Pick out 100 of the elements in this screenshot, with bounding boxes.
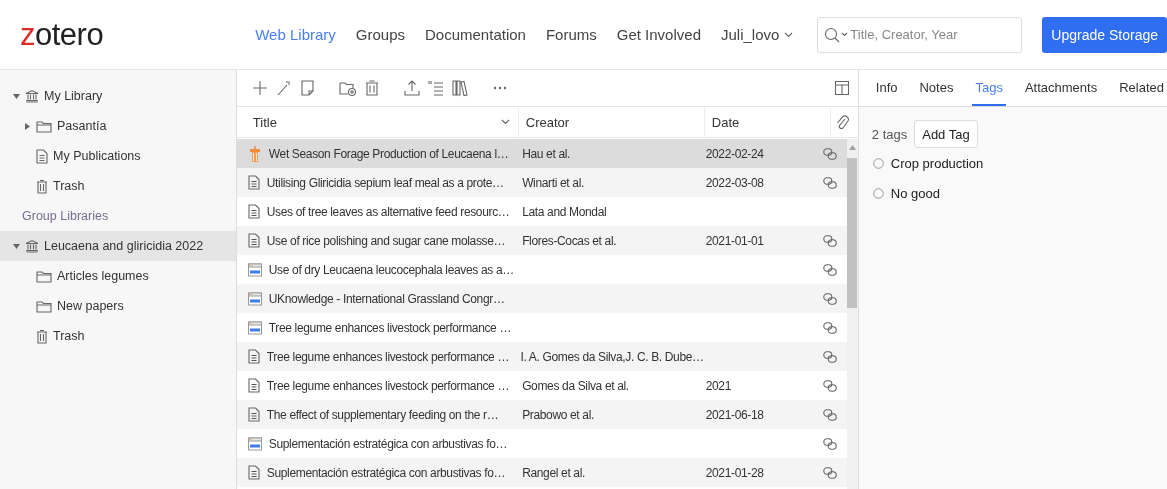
creator-cell: Prabowo et al. — [522, 407, 594, 422]
folder-icon — [36, 269, 52, 283]
trash-icon — [36, 178, 48, 194]
upgrade-button[interactable]: Upgrade Storage — [1042, 16, 1167, 53]
sort-caret-icon — [500, 119, 510, 125]
sidebar-item[interactable]: My Publications — [0, 141, 236, 171]
creator-cell: Hau et al. — [522, 146, 570, 161]
title-cell: Use of dry Leucaena leucocephala leaves as a… — [268, 262, 514, 277]
scroll-up-icon[interactable] — [848, 145, 856, 150]
creator-cell: Flores-Cocas et al. — [522, 233, 617, 248]
nav-link[interactable]: Web Library — [255, 26, 336, 43]
circle-icon — [872, 157, 884, 169]
folder-icon — [36, 119, 52, 133]
search-field[interactable]: Title, Creator, Year — [817, 16, 1023, 53]
title-cell: Tree legume enhances livestock performance … — [266, 378, 510, 393]
document-icon — [247, 407, 260, 422]
scrollbar[interactable] — [846, 139, 858, 489]
library-icon — [25, 89, 39, 103]
tab[interactable]: Related — [1116, 70, 1167, 106]
document-icon — [247, 204, 260, 219]
plus-icon[interactable] — [250, 79, 269, 97]
creator-cell: Rangel et al. — [522, 465, 585, 480]
date-cell: 2021 — [705, 378, 731, 393]
add-tag-button[interactable]: Add Tag — [914, 120, 978, 148]
title-cell: UKnowledge - International Grassland Congr… — [268, 291, 505, 306]
webpage-icon — [247, 262, 262, 277]
table-row[interactable]: The effect of supplementary feeding on the r… Prabowo et al. 2021-06-18 — [236, 400, 847, 429]
document-icon — [247, 233, 260, 248]
tab[interactable]: Attachments — [1021, 70, 1101, 106]
column-header[interactable]: Title — [236, 107, 519, 137]
note-icon[interactable] — [298, 79, 317, 97]
caret-icon — [784, 31, 794, 38]
title-cell: Suplementación estratégica con arbustivas fo… — [268, 436, 508, 451]
creator-cell: Winarti et al. — [522, 175, 584, 190]
title-cell: Wet Season Forage Production of Leucaena l… — [268, 146, 509, 161]
column-header[interactable]: Creator — [518, 107, 705, 137]
date-cell: 2021-01-28 — [705, 465, 764, 480]
user-menu[interactable]: Juli_lovo — [721, 26, 794, 43]
scrollbar-thumb[interactable] — [847, 158, 858, 308]
webpage-icon — [247, 291, 262, 306]
new-folder-icon[interactable] — [338, 79, 357, 97]
nav-link[interactable]: Get Involved — [616, 26, 701, 43]
export-icon[interactable] — [402, 79, 421, 97]
title-cell: Uses of tree leaves as alternative feed resourc… — [266, 204, 510, 219]
title-cell: Tree legume enhances livestock performance … — [266, 349, 510, 364]
sidebar-item[interactable]: Trash — [0, 321, 236, 351]
document-icon — [247, 349, 260, 364]
expanded-triangle-icon[interactable] — [12, 243, 20, 249]
tag-item[interactable]: Crop production — [858, 148, 1167, 178]
library-books-icon[interactable] — [450, 79, 469, 97]
column-header[interactable]: Date — [704, 107, 831, 137]
title-cell: Suplementación estratégica con arbustivas fo… — [266, 465, 506, 480]
document-icon — [36, 148, 48, 164]
zotero-logo[interactable]: zotero — [20, 19, 256, 50]
document-icon — [247, 465, 260, 480]
table-row[interactable]: Wet Season Forage Production of Leucaena l… Hau et al. 2022-02-24 — [236, 139, 847, 168]
collapsed-triangle-icon[interactable] — [24, 122, 30, 130]
library-icon — [25, 239, 39, 253]
tab[interactable]: Info — [872, 70, 901, 106]
tag-item[interactable]: No good — [858, 178, 1167, 208]
sidebar-item[interactable]: Trash — [0, 171, 236, 201]
document-icon — [247, 175, 260, 190]
table-row[interactable]: Use of rice polishing and sugar cane molasse… Flores-Cocas et al. 2021-01-01 — [236, 226, 847, 255]
sidebar-item[interactable]: Leucaena and gliricidia 2022 — [0, 231, 236, 261]
circle-icon — [872, 187, 884, 199]
creator-cell: I. A. Gomes da Silva,J. C. B. Dube… — [520, 349, 704, 364]
tab[interactable]: Notes — [916, 70, 957, 106]
date-cell: 2022-02-24 — [705, 146, 764, 161]
citation-icon[interactable] — [426, 79, 445, 97]
tag-count: 2 tags — [871, 126, 908, 142]
table-row[interactable]: Suplementación estratégica con arbustivas fo… Rangel et al. 2021-01-28 — [236, 458, 847, 487]
title-cell: The effect of supplementary feeding on the r… — [266, 407, 499, 422]
title-cell: Tree legume enhances livestock performance … — [268, 320, 512, 335]
title-cell: Use of rice polishing and sugar cane molasse… — [266, 233, 506, 248]
sidebar-item[interactable]: Articles legumes — [0, 261, 236, 291]
trash-icon — [36, 328, 48, 344]
document-icon — [247, 378, 260, 393]
nav-link[interactable]: Groups — [355, 26, 405, 43]
columns-icon[interactable] — [833, 80, 850, 96]
tab[interactable]: Tags — [972, 70, 1006, 106]
table-row[interactable]: Utilising Gliricidia sepium leaf meal as a prote… Winarti et al. 2022-03-08 — [236, 168, 847, 197]
date-cell: 2021-06-18 — [705, 407, 764, 422]
nav-link[interactable]: Forums — [545, 26, 597, 43]
table-row[interactable]: Tree legume enhances livestock performance … I. A. Gomes da Silva,J. C. B. Dube… — [236, 342, 847, 371]
title-cell: Utilising Gliricidia sepium leaf meal as a prote… — [266, 175, 504, 190]
folder-icon — [36, 299, 52, 313]
paperclip-icon — [834, 114, 849, 130]
date-cell: 2022-03-08 — [705, 175, 764, 190]
sidebar-item[interactable]: Pasantía — [0, 111, 236, 141]
creator-cell: Lata and Mondal — [522, 204, 607, 219]
table-row[interactable]: UKnowledge - International Grassland Congr… — [236, 284, 847, 313]
creator-cell: Gomes da Silva et al. — [522, 378, 629, 393]
sidebar-item[interactable]: New papers — [0, 291, 236, 321]
nav-link[interactable]: Documentation — [425, 26, 526, 43]
webpage-icon — [247, 436, 262, 451]
webpage-icon — [247, 320, 262, 335]
expanded-triangle-icon[interactable] — [12, 93, 20, 99]
sidebar-item[interactable]: My Library — [0, 81, 236, 111]
date-cell: 2021-01-01 — [705, 233, 764, 248]
section-heading: Group Libraries — [21, 208, 110, 225]
